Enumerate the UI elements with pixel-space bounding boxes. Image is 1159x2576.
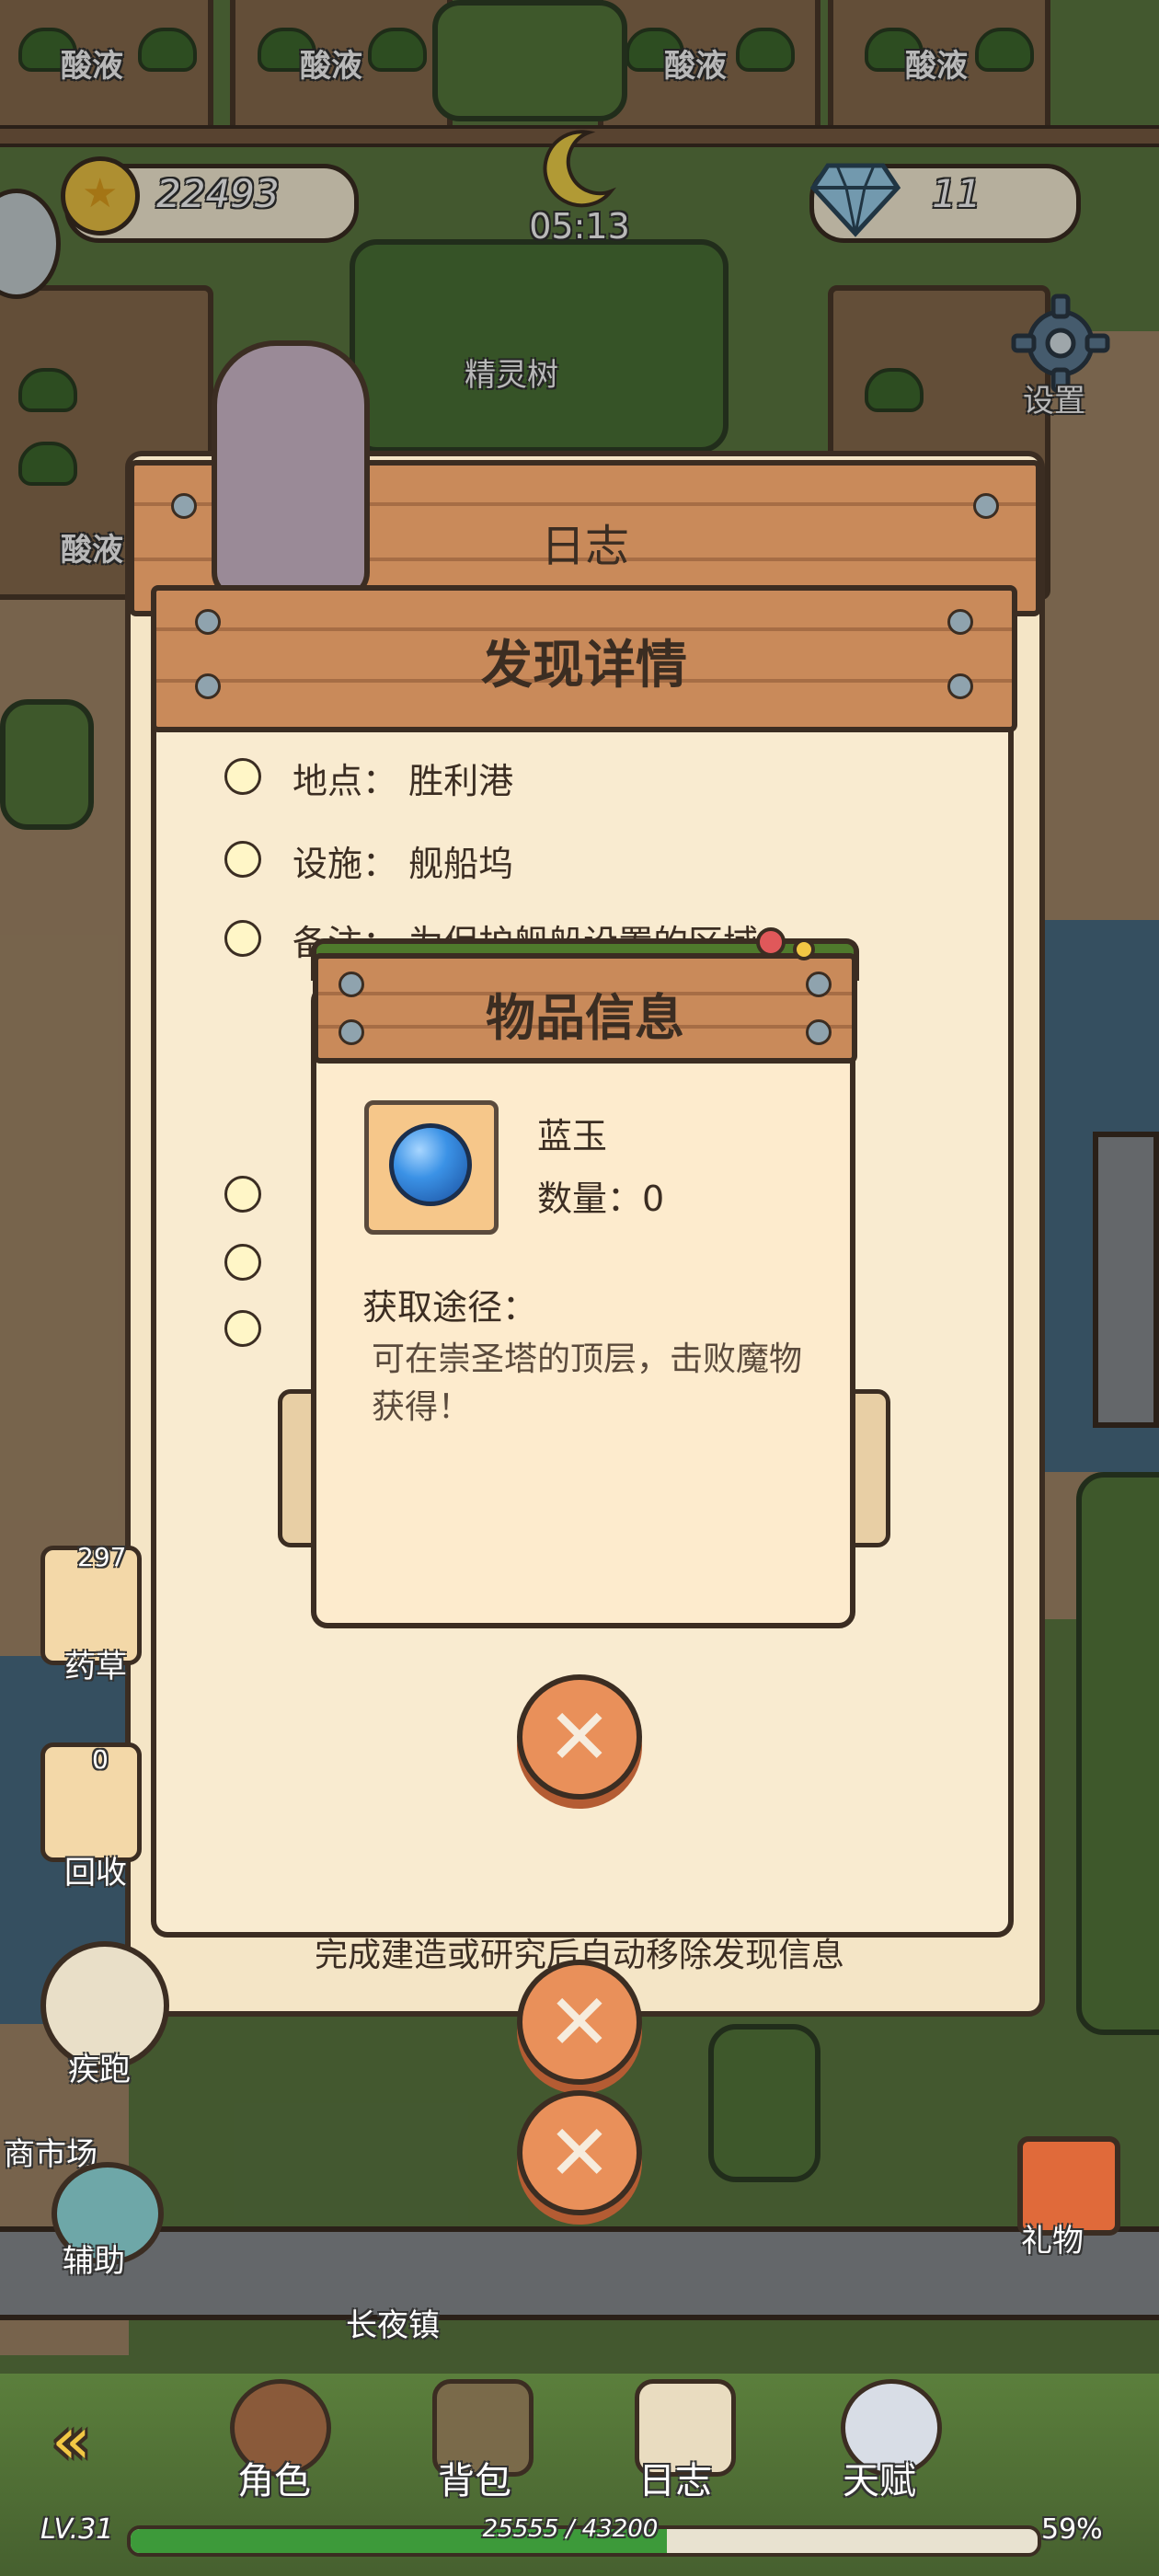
- recycle-count: 0: [92, 1744, 109, 1775]
- town-label: 长夜镇: [346, 2307, 440, 2344]
- item-title-plank: 物品信息: [313, 953, 857, 1064]
- sprint-label: 疾跑: [68, 2052, 131, 2088]
- xp-text: 25555 / 43200: [482, 2515, 659, 2543]
- nav-character[interactable]: 角色: [237, 2451, 311, 2504]
- discovery-title-plank: 发现详情: [151, 585, 1017, 732]
- lightbulb-icon: [224, 758, 261, 795]
- recycle-button[interactable]: [40, 1742, 142, 1862]
- discovery-row-facility: 设施： 舰船坞: [293, 835, 513, 886]
- player-level: LV.31: [40, 2513, 114, 2546]
- item-source-label: 获取途径：: [362, 1287, 538, 1328]
- discovery-row-location: 地点： 胜利港: [293, 753, 513, 803]
- battery-percent: 59%: [1041, 2513, 1103, 2546]
- assist-label: 辅助: [63, 2243, 125, 2280]
- row-label: 设施：: [293, 844, 398, 884]
- recycle-label: 回收: [64, 1855, 127, 1892]
- row-value: 舰船坞: [408, 844, 514, 884]
- herb-label: 药草: [64, 1649, 127, 1685]
- lightbulb-icon: [224, 1244, 261, 1281]
- close-log-button[interactable]: ✕: [517, 2090, 642, 2215]
- item-info-title: 物品信息: [486, 989, 684, 1047]
- nav-talent[interactable]: 天赋: [843, 2451, 916, 2504]
- blue-orb-icon: [389, 1123, 472, 1206]
- herb-count: 297: [77, 1542, 127, 1572]
- discovery-title: 发现详情: [481, 636, 687, 696]
- lightbulb-icon: [224, 1176, 261, 1213]
- lightbulb-icon: [224, 841, 261, 878]
- nav-backpack[interactable]: 背包: [438, 2451, 511, 2504]
- rabbit-mascot: [212, 340, 370, 600]
- close-icon: ✕: [546, 2108, 613, 2198]
- row-value: 胜利港: [408, 761, 514, 801]
- item-name: 蓝玉: [537, 1116, 608, 1156]
- close-item-button[interactable]: ✕: [517, 1674, 642, 1800]
- close-icon: ✕: [546, 1692, 613, 1782]
- flower-icon: [756, 927, 815, 960]
- item-slot: [364, 1100, 499, 1235]
- item-quantity: 数量：0: [537, 1179, 665, 1219]
- close-icon: ✕: [546, 1977, 613, 2067]
- close-discovery-button[interactable]: ✕: [517, 1960, 642, 2085]
- gift-label: 礼物: [1021, 2223, 1084, 2260]
- row-label: 地点：: [293, 761, 398, 801]
- nav-journal[interactable]: 日志: [638, 2451, 712, 2504]
- item-source-text: 可在崇圣塔的顶层，击败魔物获得！: [372, 1340, 803, 1426]
- lightbulb-icon: [224, 920, 261, 957]
- lightbulb-icon: [224, 1310, 261, 1347]
- back-arrows-icon[interactable]: «: [52, 2403, 91, 2478]
